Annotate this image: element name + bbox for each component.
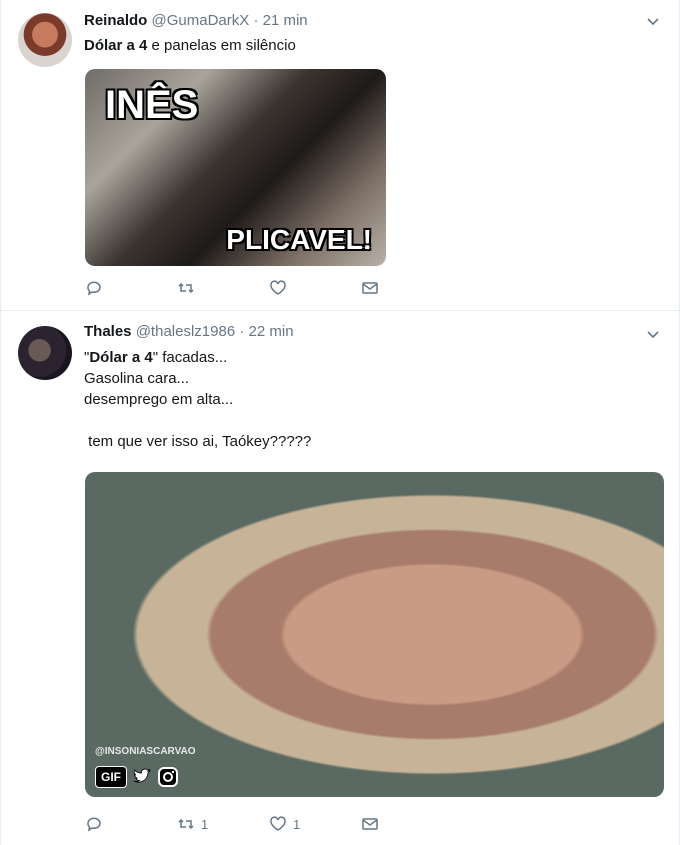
retweet-icon: [178, 818, 194, 830]
like-button[interactable]: 1: [269, 815, 361, 833]
separator-dot: ·: [253, 12, 259, 29]
tweet-text-line: tem que ver isso ai, Taókey?????: [84, 433, 312, 450]
separator-dot: ·: [239, 323, 245, 340]
reply-icon: [87, 281, 101, 296]
retweet-count: 1: [201, 816, 209, 832]
timestamp[interactable]: 22 min: [249, 323, 294, 340]
dm-button[interactable]: [361, 279, 453, 297]
tweet-text-line: Gasolina cara...: [84, 370, 190, 387]
like-button[interactable]: [269, 279, 361, 297]
avatar[interactable]: [18, 13, 72, 67]
tweet-text-bold: Dólar a 4: [84, 37, 148, 54]
reply-icon: [87, 817, 101, 832]
twitter-bird-icon: [133, 768, 152, 783]
timeline: Reinaldo @GumaDarkX · 21 min Dólar a 4 e…: [0, 0, 680, 845]
tweet-gif[interactable]: @INSONIASCARVAO GIF: [85, 472, 664, 797]
tweet-image[interactable]: INÊS PLICAVEL!: [85, 69, 386, 266]
avatar[interactable]: [18, 326, 72, 380]
dm-button[interactable]: [361, 815, 453, 833]
retweet-button[interactable]: 1: [177, 815, 269, 833]
tweet-actions: [85, 279, 453, 297]
tweet-text: "Dólar a 4" facadas... Gasolina cara... …: [84, 347, 311, 452]
dm-icon: [362, 818, 378, 830]
chevron-down-icon[interactable]: [645, 13, 661, 29]
tweet[interactable]: Thales @thaleslz1986 · 22 min "Dólar a 4…: [1, 312, 679, 845]
tweet-text-rest: " facadas...: [152, 349, 228, 366]
reply-button[interactable]: [85, 279, 177, 297]
tweet-header: Thales @thaleslz1986 · 22 min: [84, 322, 294, 342]
image-caption-top: INÊS: [105, 83, 199, 127]
instagram-icon: [158, 767, 178, 787]
tweet-text-rest: e panelas em silêncio: [147, 37, 296, 54]
user-name[interactable]: Reinaldo: [84, 12, 147, 29]
retweet-icon: [178, 282, 194, 294]
user-name[interactable]: Thales: [84, 323, 132, 340]
timestamp[interactable]: 21 min: [263, 12, 308, 29]
retweet-button[interactable]: [177, 279, 269, 297]
tweet-text: Dólar a 4 e panelas em silêncio: [84, 35, 296, 56]
gif-badge: GIF: [95, 765, 179, 789]
gif-label: GIF: [95, 766, 127, 788]
tweet-text-bold: Dólar a 4: [89, 349, 153, 366]
image-caption-bottom: PLICAVEL!: [226, 224, 372, 255]
like-count: 1: [293, 816, 301, 832]
chevron-down-icon[interactable]: [645, 326, 661, 342]
dm-icon: [362, 282, 378, 294]
user-handle[interactable]: @GumaDarkX: [152, 12, 250, 29]
like-icon: [270, 280, 286, 295]
tweet-text-line: desemprego em alta...: [84, 391, 234, 408]
like-icon: [270, 816, 286, 831]
watermark: @INSONIASCARVAO: [95, 746, 196, 757]
tweet[interactable]: Reinaldo @GumaDarkX · 21 min Dólar a 4 e…: [1, 0, 679, 311]
reply-button[interactable]: [85, 815, 177, 833]
user-handle[interactable]: @thaleslz1986: [136, 323, 235, 340]
tweet-header: Reinaldo @GumaDarkX · 21 min: [84, 11, 308, 31]
tweet-actions: 1 1: [85, 815, 453, 833]
